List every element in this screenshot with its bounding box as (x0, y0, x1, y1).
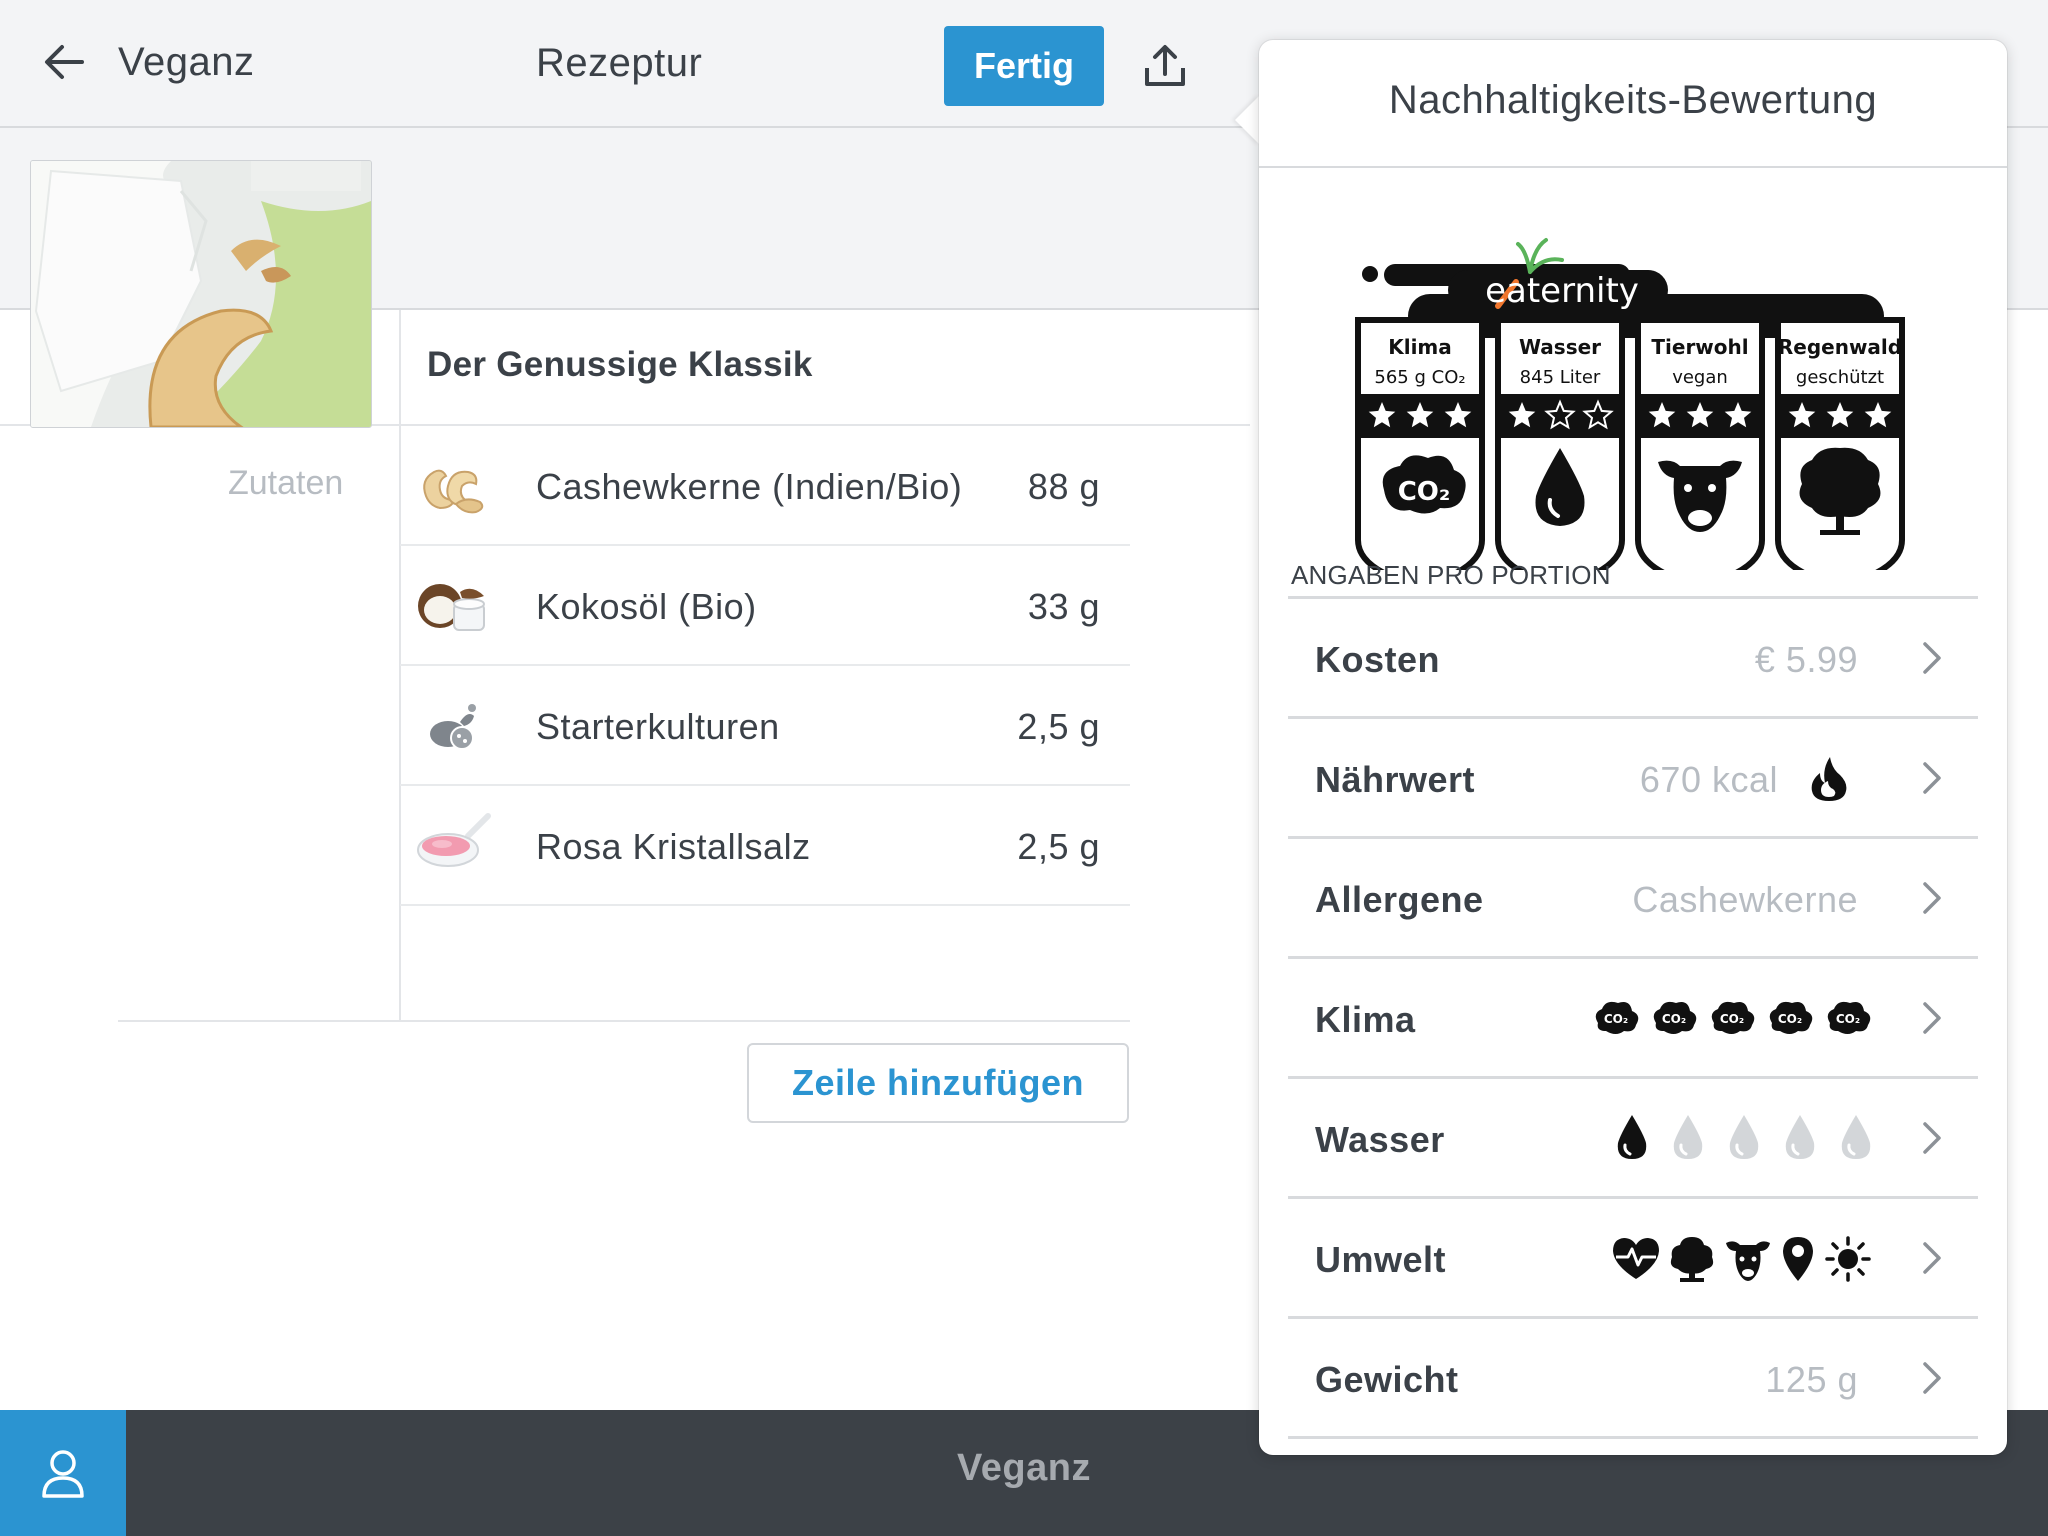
heartbeat-icon (1613, 1238, 1659, 1279)
svg-text:geschützt: geschützt (1796, 367, 1884, 388)
co2-cloud-icon: CO₂ (1764, 997, 1816, 1042)
metric-label: Kosten (1315, 639, 1441, 680)
ingredients-label: Zutaten (228, 464, 344, 502)
section-heading: ANGABEN PRO PORTION (1291, 560, 1611, 590)
share-icon[interactable] (1140, 42, 1190, 92)
svg-text:565 g CO₂: 565 g CO₂ (1374, 367, 1465, 388)
label-column-tierwohl: Tierwohl vegan (1635, 317, 1765, 590)
svg-text:Regenwald: Regenwald (1778, 335, 1902, 359)
svg-text:CO₂: CO₂ (1836, 1012, 1860, 1026)
popover-title: Nachhaltigkeits-Bewertung (1388, 78, 1878, 122)
svg-text:Klima: Klima (1388, 335, 1452, 359)
water-drop-icon (1838, 1113, 1874, 1166)
svg-text:CO₂: CO₂ (1398, 477, 1451, 507)
eaternity-brand: eaternity (1485, 271, 1639, 311)
metric-row-environment[interactable]: Umwelt (1288, 1199, 1978, 1319)
metric-row-weight[interactable]: Gewicht 125 g (1288, 1319, 1978, 1439)
done-button[interactable]: Fertig (944, 26, 1104, 106)
coconut-icon (412, 566, 492, 646)
svg-text:Wasser: Wasser (1519, 335, 1601, 359)
recipe-title[interactable]: Der Genussige Klassik (427, 345, 813, 385)
sustainability-popover: Nachhaltigkeits-Bewertung eaternity Klim… (1259, 40, 2007, 1455)
metric-label: Nährwert (1315, 759, 1476, 800)
metric-row-nutrition[interactable]: Nährwert 670 kcal (1288, 719, 1978, 839)
metric-label: Allergene (1315, 879, 1484, 920)
add-row-button[interactable]: Zeile hinzufügen (747, 1043, 1129, 1123)
ingredient-amount[interactable]: 2,5 g (1017, 706, 1100, 748)
co2-cloud-icon: CO₂ (1706, 997, 1758, 1042)
chevron-right-icon (1923, 1362, 1941, 1394)
ingredient-row[interactable]: Cashewkerne (Indien/Bio) 88 g (400, 426, 1130, 546)
ingredient-row[interactable]: Kokosöl (Bio) 33 g (400, 546, 1130, 666)
ingredient-amount[interactable]: 2,5 g (1017, 826, 1100, 868)
environment-icons (1610, 1235, 1874, 1283)
co2-cloud-icon: CO₂ (1590, 997, 1642, 1042)
svg-text:845 Liter: 845 Liter (1520, 367, 1601, 388)
metric-row-allergens[interactable]: Allergene Cashewkerne (1288, 839, 1978, 959)
metric-label: Klima (1315, 999, 1416, 1040)
water-drop-icon (1782, 1113, 1818, 1166)
metric-value: 125 g (1765, 1359, 1858, 1400)
metric-value: € 5.99 (1754, 639, 1858, 680)
svg-text:Tierwohl: Tierwohl (1651, 335, 1748, 359)
ingredient-row[interactable]: Rosa Kristallsalz 2,5 g (400, 786, 1130, 906)
tree-icon (1670, 1237, 1714, 1282)
chevron-right-icon (1923, 1122, 1941, 1154)
chevron-right-icon (1923, 882, 1941, 914)
water-drop-icon (1614, 1113, 1650, 1166)
cashew-icon (412, 446, 492, 526)
co2-cloud-icon: CO₂ (1822, 997, 1874, 1042)
divider (118, 1020, 1130, 1022)
svg-text:CO₂: CO₂ (1604, 1012, 1628, 1026)
ingredient-amount[interactable]: 33 g (1028, 586, 1100, 628)
popover-header: Nachhaltigkeits-Bewertung (1259, 40, 2007, 168)
ingredient-name: Rosa Kristallsalz (536, 826, 811, 867)
ingredient-amount[interactable]: 88 g (1028, 466, 1100, 508)
metric-row-climate[interactable]: Klima CO₂ CO₂ CO₂ CO₂ CO₂ (1288, 959, 1978, 1079)
water-drop-icon (1726, 1113, 1762, 1166)
ingredient-name: Kokosöl (Bio) (536, 586, 757, 627)
chevron-right-icon (1923, 1242, 1941, 1274)
ingredient-name: Starterkulturen (536, 706, 780, 747)
metric-label: Gewicht (1315, 1359, 1459, 1400)
metric-value: 670 kcal (1639, 759, 1778, 800)
climate-rating: CO₂ CO₂ CO₂ CO₂ CO₂ (1590, 995, 1874, 1043)
label-column-wasser: Wasser 845 Liter (1495, 317, 1625, 590)
svg-text:vegan: vegan (1672, 367, 1728, 388)
label-column-regenwald: Regenwald geschützt (1775, 317, 1905, 590)
ingredient-name: Cashewkerne (Indien/Bio) (536, 466, 963, 507)
recipe-photo[interactable] (30, 160, 372, 428)
pink-salt-icon (412, 806, 492, 886)
location-pin-icon (1783, 1237, 1813, 1281)
back-arrow-icon[interactable] (38, 36, 90, 88)
chevron-right-icon (1923, 762, 1941, 794)
metric-row-water[interactable]: Wasser (1288, 1079, 1978, 1199)
eaternity-label[interactable]: eaternity Klima 565 g CO₂ CO₂ Wasser 845… (1348, 190, 1928, 590)
svg-text:CO₂: CO₂ (1778, 1012, 1802, 1026)
chevron-right-icon (1923, 1002, 1941, 1034)
sun-icon (1825, 1236, 1871, 1282)
metric-label: Umwelt (1315, 1239, 1447, 1280)
label-column-klima: Klima 565 g CO₂ CO₂ (1355, 317, 1485, 590)
svg-text:CO₂: CO₂ (1720, 1012, 1744, 1026)
page-title: Rezeptur (536, 41, 703, 85)
water-rating (1614, 1113, 1874, 1166)
water-drop-icon (1670, 1113, 1706, 1166)
starter-culture-icon (412, 686, 492, 766)
metric-value: Cashewkerne (1632, 879, 1858, 920)
cow-icon (1726, 1241, 1770, 1281)
ingredient-row[interactable]: Starterkulturen 2,5 g (400, 666, 1130, 786)
metric-label: Wasser (1315, 1119, 1445, 1160)
app-name[interactable]: Veganz (118, 40, 254, 85)
flame-icon (1811, 757, 1847, 801)
metric-row-cost[interactable]: Kosten € 5.99 (1288, 599, 1978, 719)
co2-cloud-icon: CO₂ (1648, 997, 1700, 1042)
chevron-right-icon (1923, 642, 1941, 674)
svg-text:CO₂: CO₂ (1662, 1012, 1686, 1026)
